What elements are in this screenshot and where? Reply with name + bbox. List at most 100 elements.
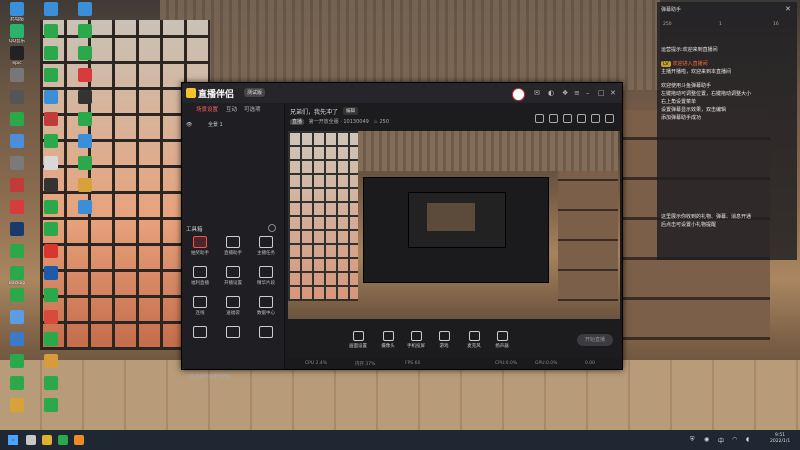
desktop-icon[interactable] <box>2 68 32 83</box>
desktop-icon[interactable] <box>2 156 32 171</box>
desktop-icon[interactable]: QQ音乐 <box>2 24 32 44</box>
share-icon[interactable] <box>549 114 558 123</box>
desktop-icon[interactable] <box>36 222 66 237</box>
control-button[interactable]: 麦克风 <box>461 331 487 349</box>
network-icon[interactable]: ◉ <box>704 436 709 443</box>
tool-item[interactable]: 连线 <box>184 295 216 321</box>
desktop-icon[interactable] <box>36 354 66 369</box>
desktop-icon[interactable] <box>70 24 100 39</box>
search-icon[interactable] <box>26 435 36 445</box>
tab-scene[interactable]: 场景设置 <box>196 105 218 113</box>
gift-icon[interactable]: ❖ <box>562 89 568 97</box>
start-live-button[interactable]: 开始直播 <box>577 334 613 346</box>
desktop-icon[interactable] <box>2 178 32 193</box>
desktop-icon[interactable]: Backup <box>2 266 32 286</box>
desktop-icon[interactable] <box>2 90 32 105</box>
start-icon[interactable] <box>8 435 18 445</box>
desktop-icon[interactable] <box>2 310 32 325</box>
desktop-icon[interactable] <box>36 332 66 347</box>
volume-icon[interactable]: ◖ <box>746 436 749 443</box>
folder-icon[interactable] <box>42 435 52 445</box>
desktop-icon[interactable] <box>70 156 100 171</box>
edit-title-button[interactable]: 编辑 <box>343 107 358 115</box>
skin-icon[interactable]: ◐ <box>548 89 554 97</box>
wifi-icon[interactable]: ◠ <box>732 436 737 443</box>
desktop-icon[interactable] <box>36 90 66 105</box>
desktop-icon[interactable] <box>70 2 100 17</box>
bag-icon[interactable] <box>563 114 572 123</box>
live-companion-taskbar-icon[interactable] <box>74 435 84 445</box>
clock[interactable]: 9:51 2022/1/1 <box>770 433 790 445</box>
desktop-icon[interactable] <box>2 112 32 127</box>
user-avatar[interactable] <box>512 88 525 101</box>
tool-item[interactable]: 福利直播 <box>184 265 216 291</box>
desktop-icon[interactable] <box>2 288 32 303</box>
desktop-icon[interactable] <box>36 112 66 127</box>
message-icon[interactable]: ✉ <box>534 89 540 97</box>
desktop-icon[interactable] <box>2 398 32 413</box>
tools-more-icon[interactable] <box>268 224 276 232</box>
close-icon[interactable]: ✕ <box>610 89 616 97</box>
eye-icon[interactable]: 👁 <box>186 122 192 128</box>
tool-item[interactable]: 送福袋 <box>217 295 249 321</box>
control-button[interactable]: 手机投屏 <box>403 331 429 349</box>
stream-preview[interactable] <box>288 131 620 319</box>
desktop-icon[interactable] <box>2 200 32 215</box>
tool-item[interactable]: 数据中心 <box>250 295 282 321</box>
tab-options[interactable]: 可选项 <box>244 105 261 113</box>
minimize-icon[interactable]: – <box>586 89 590 97</box>
desktop-icon[interactable] <box>36 398 66 413</box>
control-button[interactable]: 游戏 <box>431 331 457 349</box>
desktop-icon[interactable] <box>2 376 32 391</box>
control-button[interactable]: 摄像头 <box>375 331 401 349</box>
tab-interact[interactable]: 互动 <box>226 105 237 113</box>
desktop-icon[interactable] <box>36 46 66 61</box>
tool-item[interactable] <box>250 325 282 351</box>
browser-icon[interactable] <box>58 435 68 445</box>
desktop-icon[interactable] <box>36 68 66 83</box>
danmaku-assistant-panel[interactable]: 弹幕助手 ✕ 250 1 16 运营提示:欢迎来到直播间 LV 欢迎进入直播间 主播开播啦，… <box>657 2 797 260</box>
desktop-icon[interactable] <box>36 24 66 39</box>
desktop-icon[interactable] <box>70 46 100 61</box>
tool-item[interactable]: 开播设置 <box>217 265 249 291</box>
chat-close-icon[interactable]: ✕ <box>785 5 791 13</box>
desktop-icon[interactable] <box>36 266 66 281</box>
tool-item[interactable] <box>184 325 216 351</box>
tool-item[interactable] <box>217 325 249 351</box>
share-out-icon[interactable] <box>605 114 614 123</box>
desktop-icon[interactable] <box>70 68 100 83</box>
desktop-icon[interactable] <box>36 310 66 325</box>
control-button[interactable]: 画面设置 <box>345 331 371 349</box>
desktop-icon[interactable]: epic <box>2 46 32 66</box>
desktop-icon[interactable] <box>36 200 66 215</box>
desktop-icon[interactable] <box>2 134 32 149</box>
desktop-icon[interactable] <box>36 178 66 193</box>
bell-icon[interactable] <box>591 114 600 123</box>
tool-item[interactable]: 直播助手 <box>217 235 249 261</box>
desktop-icon[interactable]: 此电脑 <box>2 2 32 22</box>
desktop-icon[interactable] <box>36 376 66 391</box>
desktop-icon[interactable] <box>70 112 100 127</box>
desktop-icon[interactable] <box>2 332 32 347</box>
desktop-icon[interactable] <box>70 134 100 149</box>
desktop-icon[interactable] <box>2 354 32 369</box>
desktop-icon[interactable] <box>70 90 100 105</box>
tutorial-link[interactable]: 斗鱼直播伴侣使用教程 <box>186 374 231 380</box>
desktop-icon[interactable] <box>2 222 32 237</box>
cart-icon[interactable] <box>535 114 544 123</box>
desktop-icon[interactable] <box>36 134 66 149</box>
tool-item[interactable]: 精华片段 <box>250 265 282 291</box>
desktop-icon[interactable] <box>36 156 66 171</box>
ime-indicator[interactable]: 中 <box>718 436 724 445</box>
gear-icon[interactable] <box>577 114 586 123</box>
control-button[interactable]: 扬声器 <box>489 331 515 349</box>
desktop-icon[interactable] <box>70 200 100 215</box>
desktop-icon[interactable] <box>2 244 32 259</box>
scene-item[interactable]: 👁 全景 1 <box>186 121 280 129</box>
menu-icon[interactable]: ≡ <box>574 89 580 97</box>
window-titlebar[interactable]: 直播伴侣 测试版 ✉ ◐ ❖ ≡ – □ ✕ <box>182 83 622 103</box>
desktop-icon[interactable] <box>70 178 100 193</box>
live-companion-window[interactable]: 直播伴侣 测试版 ✉ ◐ ❖ ≡ – □ ✕ 场景设置 互动 可选项 👁 全景 … <box>181 82 623 380</box>
maximize-icon[interactable]: □ <box>598 89 605 97</box>
tool-item[interactable]: 主播任务 <box>250 235 282 261</box>
